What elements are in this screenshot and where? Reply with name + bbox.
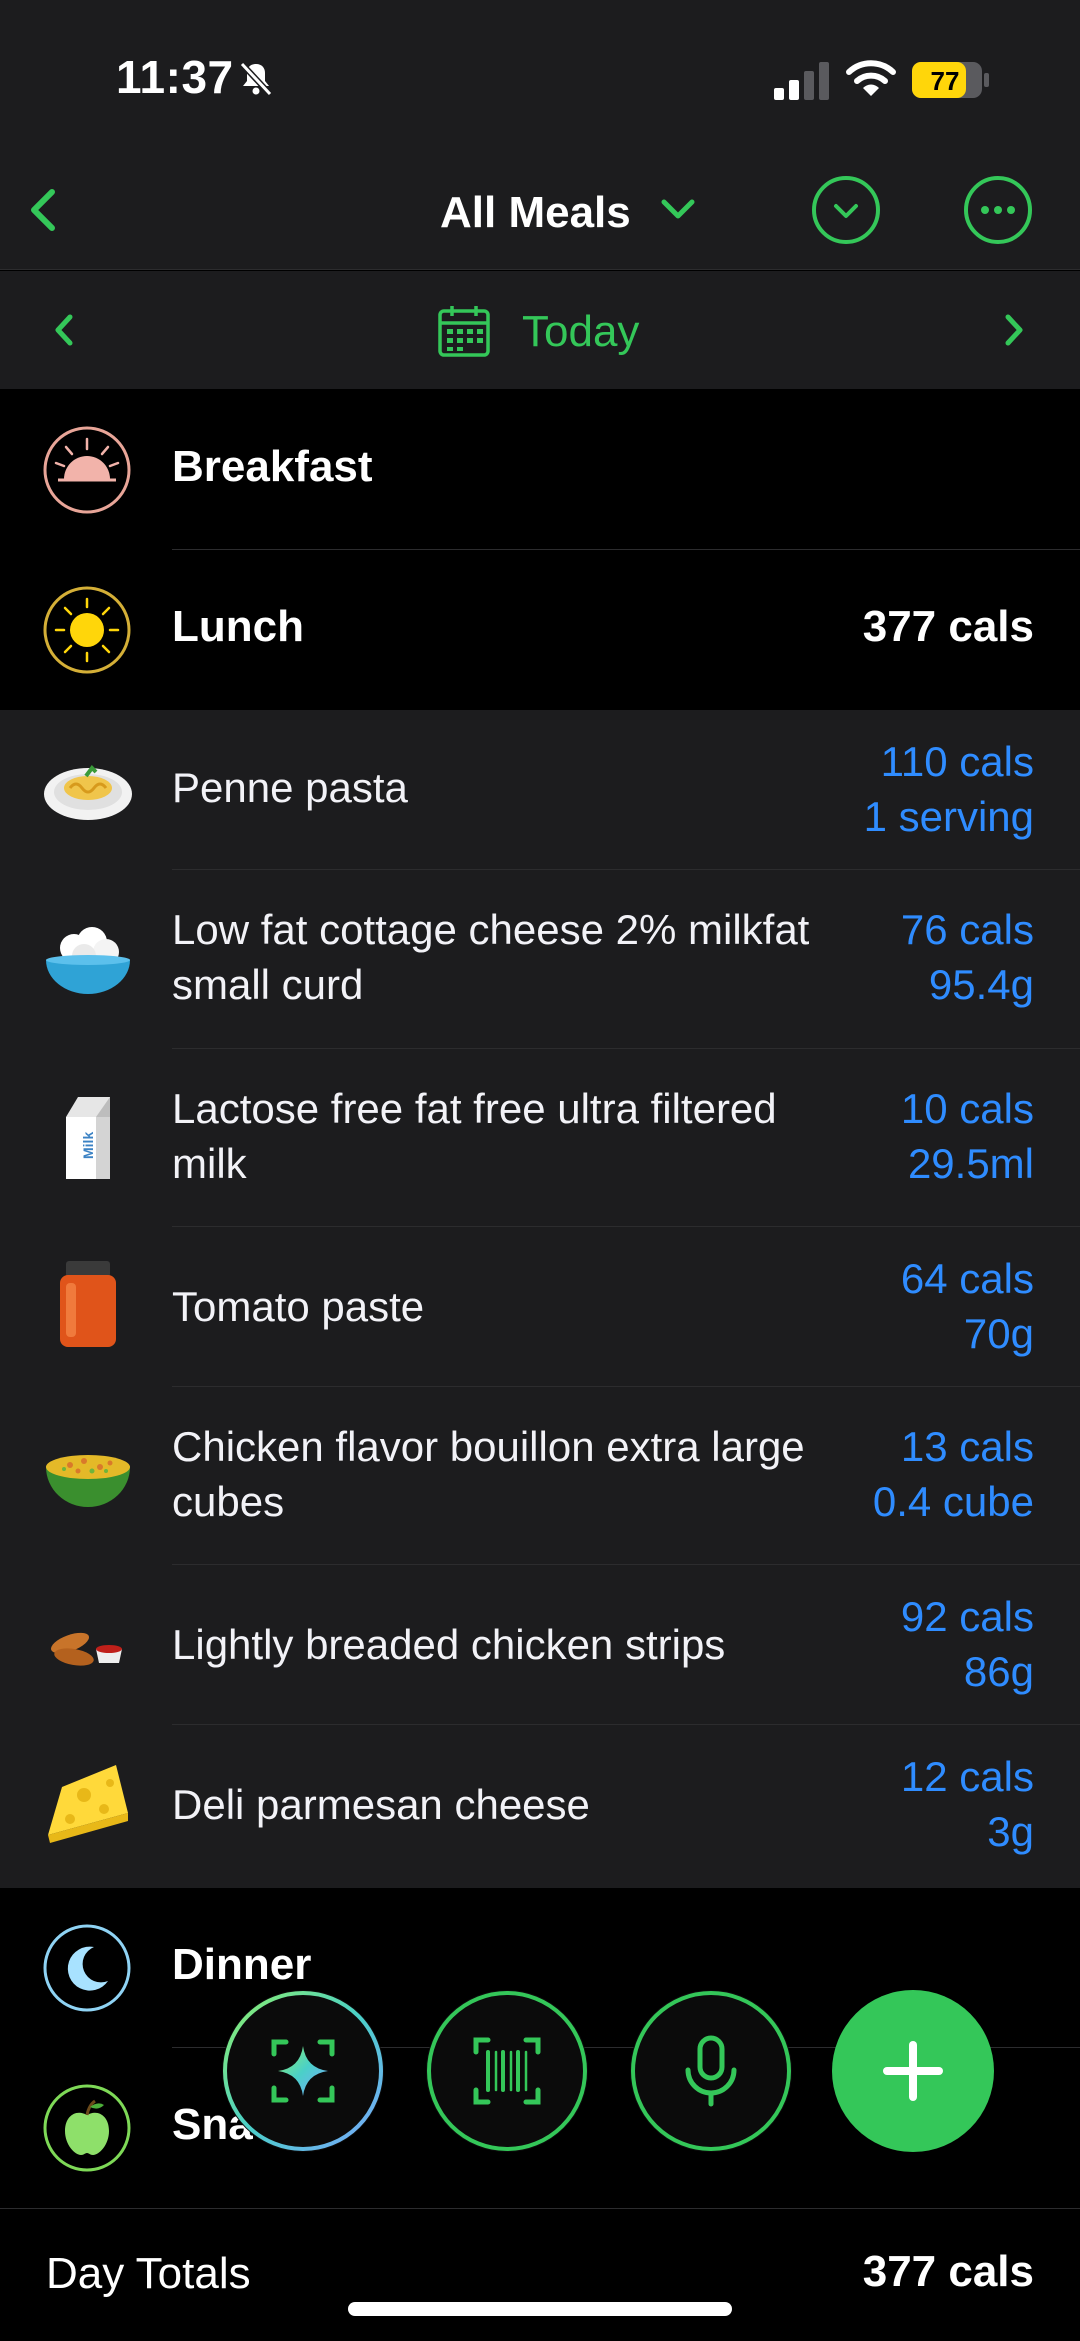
food-calories: 110 cals [880, 738, 1034, 785]
chevron-down-icon[interactable] [656, 190, 700, 230]
barcode-icon [427, 1991, 587, 2151]
meal-calories: 377 cals [862, 602, 1034, 651]
battery-indicator: 77 [912, 60, 990, 100]
food-amount: 29.5ml [907, 1140, 1034, 1187]
meal-filter-title[interactable]: All Meals [440, 188, 631, 238]
milk-carton-icon: Milk [66, 1097, 110, 1179]
food-amount: 86g [963, 1648, 1034, 1695]
bell-slash-icon [239, 61, 273, 97]
food-name: Tomato paste [172, 1283, 425, 1330]
moon-icon [43, 1924, 131, 2012]
nav-bar: All Meals [0, 150, 1080, 270]
food-row[interactable]: Lightly breaded chicken strips 92 cals 8… [0, 1565, 1080, 1725]
food-name: Lactose free fat free ultra filtered mil… [172, 1085, 777, 1187]
microphone-icon [631, 1991, 791, 2151]
previous-day-button[interactable] [40, 305, 90, 355]
add-food-button[interactable] [832, 1990, 994, 2152]
cheese-icon [48, 1765, 128, 1843]
food-row[interactable]: Tomato paste 64 cals 70g [0, 1227, 1080, 1387]
food-name: Penne pasta [172, 764, 408, 811]
day-totals-row[interactable]: Day Totals 377 cals [0, 2208, 1080, 2341]
status-time: 11:37 [116, 51, 234, 103]
food-calories: 92 cals [900, 1593, 1034, 1640]
food-amount: 0.4 cube [872, 1478, 1034, 1525]
home-indicator[interactable] [348, 2302, 732, 2316]
apple-icon [43, 2084, 131, 2172]
svg-text:Milk: Milk [80, 1132, 96, 1159]
sun-icon [43, 586, 131, 674]
food-row[interactable]: Deli parmesan cheese 12 cals 3g [0, 1725, 1080, 1888]
food-calories: 64 cals [900, 1255, 1034, 1302]
food-row[interactable]: Penne pasta 110 cals 1 serving [0, 710, 1080, 870]
meal-name: Lunch [172, 602, 304, 651]
meal-name: Breakfast [172, 442, 373, 491]
jar-icon [60, 1261, 116, 1347]
day-totals-calories: 377 cals [862, 2247, 1034, 2296]
food-amount: 70g [963, 1310, 1034, 1357]
barcode-scan-button[interactable] [426, 1990, 588, 2152]
cellular-signal-icon [774, 62, 829, 100]
food-row[interactable]: Chicken flavor bouillon extra large cube… [0, 1387, 1080, 1565]
sunrise-icon [43, 426, 131, 514]
more-options-button[interactable] [962, 174, 1034, 246]
food-row[interactable]: Milk Lactose free fat free ultra filtere… [0, 1049, 1080, 1227]
back-button[interactable] [16, 180, 76, 240]
date-label[interactable]: Today [522, 307, 639, 357]
collapse-toggle-button[interactable] [810, 174, 882, 246]
food-amount: 1 serving [863, 793, 1034, 840]
food-amount: 3g [987, 1808, 1034, 1855]
status-bar: 11:37 77 [0, 0, 1080, 150]
battery-level: 77 [931, 66, 960, 96]
food-name: Low fat cottage cheese 2% milkfat small … [172, 906, 810, 1008]
calendar-icon[interactable] [434, 301, 494, 361]
next-day-button[interactable] [988, 305, 1038, 355]
day-totals-label: Day Totals [46, 2249, 251, 2298]
food-calories: 12 cals [900, 1753, 1034, 1800]
voice-log-button[interactable] [630, 1990, 792, 2152]
meal-name: Dinner [172, 1940, 312, 1989]
chicken-strips-icon [51, 1632, 122, 1666]
food-calories: 10 cals [900, 1085, 1034, 1132]
cottage-cheese-icon [46, 927, 130, 994]
food-name: Lightly breaded chicken strips [172, 1621, 726, 1668]
ai-log-button[interactable] [222, 1990, 384, 2152]
food-row[interactable]: Low fat cottage cheese 2% milkfat small … [0, 870, 1080, 1049]
lunch-food-list: Penne pasta 110 cals 1 serving Low fat c… [0, 710, 1080, 1888]
battery-icon: 77 [912, 62, 989, 98]
pasta-icon [44, 764, 132, 820]
date-selector: Today [0, 271, 1080, 389]
food-calories: 13 cals [900, 1423, 1034, 1470]
food-name: Chicken flavor bouillon extra large cube… [172, 1423, 805, 1525]
meal-section-lunch[interactable]: Lunch 377 cals [0, 550, 1080, 710]
wifi-icon [846, 60, 896, 96]
plus-icon [883, 2041, 943, 2101]
food-amount: 95.4g [928, 961, 1034, 1008]
meal-section-breakfast[interactable]: Breakfast [0, 390, 1080, 550]
food-name: Deli parmesan cheese [172, 1781, 590, 1828]
sparkle-icon [223, 1991, 383, 2151]
food-calories: 76 cals [900, 906, 1034, 953]
soup-bowl-icon [46, 1455, 130, 1507]
